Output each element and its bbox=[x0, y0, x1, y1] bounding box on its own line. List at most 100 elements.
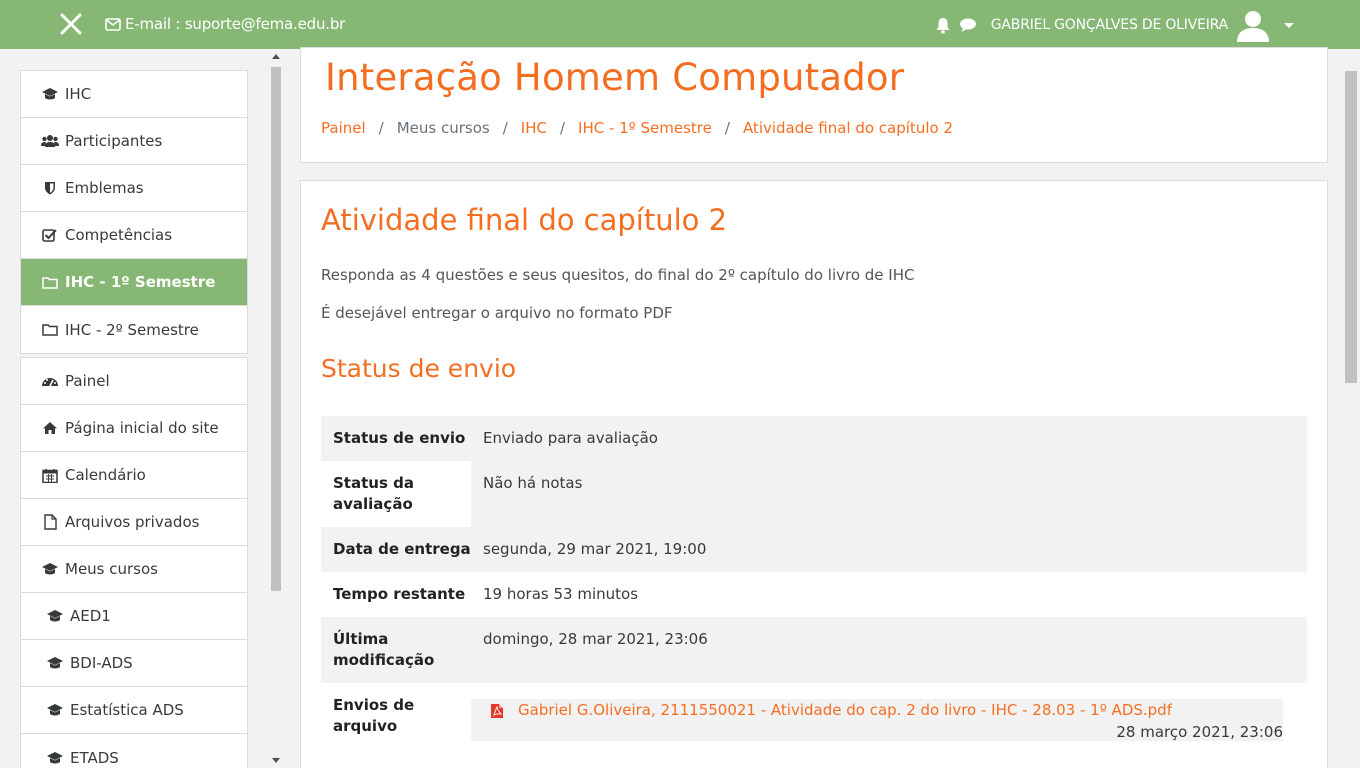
sidebar-item-calendario[interactable]: Calendário bbox=[21, 452, 247, 499]
main-region: Interação Homem Computador Painel / Meus… bbox=[285, 47, 1342, 768]
home-icon bbox=[41, 420, 59, 436]
breadcrumb-separator: / bbox=[502, 119, 508, 137]
page-header: Interação Homem Computador Painel / Meus… bbox=[300, 47, 1328, 163]
scroll-down-arrow-icon[interactable] bbox=[272, 758, 280, 763]
graduation-cap-icon bbox=[41, 561, 59, 577]
folder-icon bbox=[41, 322, 59, 338]
table-row: Data de entrega segunda, 29 mar 2021, 19… bbox=[321, 527, 1307, 572]
close-drawer-icon[interactable] bbox=[58, 11, 84, 37]
user-avatar-icon[interactable] bbox=[1236, 8, 1270, 42]
sidebar-item-label: Calendário bbox=[65, 466, 146, 484]
bell-icon[interactable] bbox=[935, 17, 951, 34]
sidebar-item-label: Arquivos privados bbox=[65, 513, 200, 531]
sidebar-item-label: AED1 bbox=[70, 607, 111, 625]
submitted-file-date: 28 março 2021, 23:06 bbox=[1116, 723, 1283, 741]
envelope-icon bbox=[105, 17, 121, 31]
support-email-label: E-mail : suporte@fema.edu.br bbox=[125, 15, 346, 33]
breadcrumb-painel[interactable]: Painel bbox=[321, 119, 366, 137]
top-navbar: E-mail : suporte@fema.edu.br GABRIEL GON… bbox=[0, 0, 1360, 49]
sidebar-item-ihc-2-semestre[interactable]: IHC - 2º Semestre bbox=[21, 306, 247, 353]
sidebar-item-estatistica-ads[interactable]: Estatística ADS bbox=[21, 687, 247, 734]
row-key: Status de envio bbox=[333, 429, 466, 447]
sidebar-scrollbar-thumb[interactable] bbox=[271, 67, 281, 591]
file-submission: Gabriel G.Oliveira, 2111550021 - Ativida… bbox=[471, 699, 1283, 741]
breadcrumb-ihc-1-semestre[interactable]: IHC - 1º Semestre bbox=[578, 119, 712, 137]
shield-icon bbox=[41, 180, 59, 196]
user-menu-name[interactable]: GABRIEL GONÇALVES DE OLIVEIRA bbox=[991, 17, 1228, 33]
activity-description-1: Responda as 4 questões e seus quesitos, … bbox=[321, 266, 915, 284]
sidebar-item-painel[interactable]: Painel bbox=[21, 358, 247, 405]
table-row: Tempo restante 19 horas 53 minutos bbox=[321, 572, 1307, 617]
sidebar-item-label: Meus cursos bbox=[65, 560, 158, 578]
breadcrumb-atividade[interactable]: Atividade final do capítulo 2 bbox=[743, 119, 953, 137]
checkbox-icon bbox=[41, 227, 59, 243]
activity-description-2: É desejável entregar o arquivo no format… bbox=[321, 304, 673, 322]
sidebar-item-meus-cursos[interactable]: Meus cursos bbox=[21, 546, 247, 593]
support-email[interactable]: E-mail : suporte@fema.edu.br bbox=[105, 15, 345, 33]
row-value: Não há notas bbox=[483, 474, 583, 492]
row-value: segunda, 29 mar 2021, 19:00 bbox=[483, 540, 707, 558]
sidebar-item-ihc[interactable]: IHC bbox=[21, 71, 247, 118]
sidebar-item-label: ETADS bbox=[70, 748, 119, 767]
sidebar: IHC Participantes Emblemas Competências … bbox=[0, 49, 285, 768]
sidebar-item-label: Participantes bbox=[65, 132, 163, 150]
site-nav-list: Painel Página inicial do site Calendário… bbox=[20, 357, 248, 768]
sidebar-item-ihc-1-semestre[interactable]: IHC - 1º Semestre bbox=[21, 259, 247, 306]
calendar-icon bbox=[41, 467, 59, 483]
page-scrollbar-thumb[interactable] bbox=[1345, 71, 1357, 383]
activity-card: Atividade final do capítulo 2 Responda a… bbox=[300, 180, 1328, 768]
sidebar-item-label: Emblemas bbox=[65, 179, 144, 197]
graduation-cap-icon bbox=[46, 750, 64, 766]
row-key: Data de entrega bbox=[333, 540, 471, 558]
breadcrumb: Painel / Meus cursos / IHC / IHC - 1º Se… bbox=[321, 119, 953, 137]
table-row: Status da avaliação Não há notas bbox=[321, 461, 1307, 527]
row-key: Última modificação bbox=[333, 630, 435, 669]
row-value: domingo, 28 mar 2021, 23:06 bbox=[483, 630, 708, 648]
breadcrumb-ihc[interactable]: IHC bbox=[521, 119, 547, 137]
sidebar-item-label: IHC bbox=[65, 85, 92, 103]
file-icon bbox=[41, 514, 59, 530]
sidebar-item-aed1[interactable]: AED1 bbox=[21, 593, 247, 640]
table-row: Envios de arquivo Gabriel G.Oliveira, 21… bbox=[321, 683, 1307, 763]
breadcrumb-separator: / bbox=[559, 119, 566, 137]
sidebar-item-label: IHC - 2º Semestre bbox=[65, 320, 199, 339]
page-scrollbar[interactable] bbox=[1342, 49, 1360, 768]
sidebar-item-etads[interactable]: ETADS bbox=[21, 734, 247, 768]
row-value: Gabriel G.Oliveira, 2111550021 - Ativida… bbox=[471, 683, 1307, 763]
sidebar-scrollbar[interactable] bbox=[269, 49, 283, 768]
breadcrumb-separator: / bbox=[724, 119, 730, 137]
breadcrumb-meus-cursos: Meus cursos bbox=[396, 119, 490, 137]
submission-status-table: Status de envio Enviado para avaliação S… bbox=[321, 416, 1307, 763]
scroll-up-arrow-icon[interactable] bbox=[272, 54, 280, 59]
graduation-cap-icon bbox=[46, 655, 64, 671]
table-row: Status de envio Enviado para avaliação bbox=[321, 416, 1307, 461]
sidebar-item-label: BDI-ADS bbox=[70, 654, 133, 672]
breadcrumb-separator: / bbox=[378, 119, 384, 137]
sidebar-item-participantes[interactable]: Participantes bbox=[21, 118, 247, 165]
dashboard-icon bbox=[41, 373, 59, 389]
row-key: Tempo restante bbox=[333, 585, 466, 603]
submitted-file-link[interactable]: Gabriel G.Oliveira, 2111550021 - Ativida… bbox=[518, 700, 1172, 721]
pdf-file-icon bbox=[491, 704, 503, 718]
sidebar-item-label: Página inicial do site bbox=[65, 419, 219, 437]
users-icon bbox=[41, 133, 59, 149]
sidebar-item-pagina-inicial[interactable]: Página inicial do site bbox=[21, 405, 247, 452]
sidebar-item-label: Estatística ADS bbox=[70, 701, 184, 719]
graduation-cap-icon bbox=[46, 702, 64, 718]
chevron-down-icon[interactable] bbox=[1284, 22, 1294, 28]
row-key: Envios de arquivo bbox=[333, 696, 415, 735]
sidebar-item-bdi-ads[interactable]: BDI-ADS bbox=[21, 640, 247, 687]
sidebar-item-arquivos-privados[interactable]: Arquivos privados bbox=[21, 499, 247, 546]
graduation-cap-icon bbox=[41, 86, 59, 102]
row-value: 19 horas 53 minutos bbox=[483, 585, 639, 603]
table-row: Última modificação domingo, 28 mar 2021,… bbox=[321, 617, 1307, 683]
row-value: Enviado para avaliação bbox=[483, 429, 658, 447]
status-heading: Status de envio bbox=[321, 354, 517, 383]
activity-title: Atividade final do capítulo 2 bbox=[321, 203, 728, 237]
chat-bubble-icon[interactable] bbox=[959, 17, 977, 33]
sidebar-item-emblemas[interactable]: Emblemas bbox=[21, 165, 247, 212]
sidebar-item-competencias[interactable]: Competências bbox=[21, 212, 247, 259]
course-nav-list: IHC Participantes Emblemas Competências … bbox=[20, 70, 248, 354]
sidebar-item-label: IHC - 1º Semestre bbox=[65, 273, 216, 291]
graduation-cap-icon bbox=[46, 608, 64, 624]
